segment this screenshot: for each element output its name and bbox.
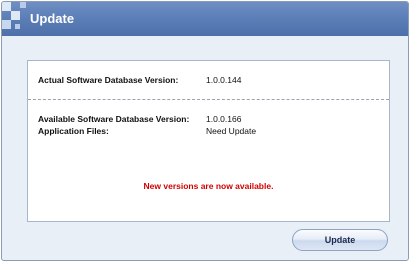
application-files-label: Application Files: (38, 126, 109, 136)
actual-version-value: 1.0.0.144 (206, 75, 242, 85)
application-files-value: Need Update (206, 126, 257, 136)
available-version-label: Available Software Database Version: (38, 114, 190, 124)
title-bar: Update (2, 2, 408, 36)
update-button[interactable]: Update (292, 229, 388, 251)
available-version-value: 1.0.0.166 (206, 114, 242, 124)
actual-version-label: Actual Software Database Version: (38, 75, 179, 85)
update-dialog: Update Actual Software Database Version:… (1, 1, 409, 261)
window-title: Update (30, 11, 75, 26)
dashed-divider (28, 99, 389, 100)
new-version-notice: New versions are now available. (143, 181, 274, 191)
version-info-panel: Actual Software Database Version: 1.0.0.… (27, 60, 390, 222)
checkered-squares-icon (2, 2, 32, 36)
